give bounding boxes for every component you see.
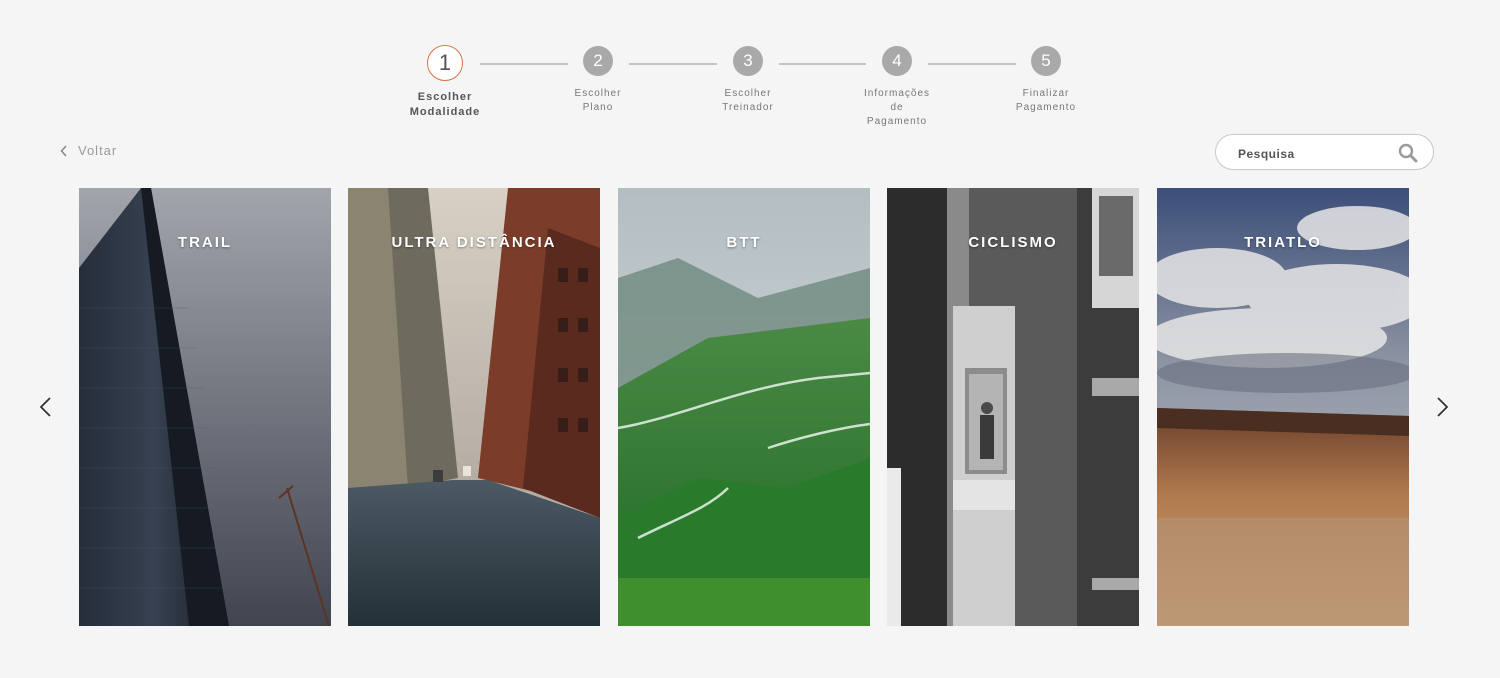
chevron-right-icon: [1437, 397, 1449, 417]
step-2[interactable]: 2 Escolher Plano: [533, 46, 663, 115]
step-label: Escolher Modalidade: [409, 91, 481, 118]
step-label: Informações de Pagamento: [863, 88, 931, 127]
card-title: TRIATLO: [1244, 234, 1322, 251]
step-4[interactable]: 4 Informações de Pagamento: [832, 46, 962, 129]
step-3[interactable]: 3 Escolher Treinador: [683, 46, 813, 115]
modality-card-ciclismo[interactable]: CICLISMO: [887, 188, 1139, 626]
card-image: [79, 188, 331, 626]
step-number: 1: [427, 45, 463, 81]
step-number: 2: [583, 46, 613, 76]
card-title: TRAIL: [177, 234, 233, 251]
checkout-stepper: 1 Escolher Modalidade 2 Escolher Plano 3…: [0, 0, 1500, 135]
back-label: Voltar: [78, 143, 118, 158]
carousel-next-button[interactable]: [1436, 396, 1450, 418]
card-title: CICLISMO: [968, 234, 1058, 251]
card-image: [348, 188, 600, 626]
step-1[interactable]: 1 Escolher Modalidade: [380, 45, 510, 120]
card-title: BTT: [726, 234, 762, 251]
step-label: Escolher Plano: [574, 88, 622, 113]
modality-card-triatlo[interactable]: TRIATLO: [1157, 188, 1409, 626]
step-label: Escolher Treinador: [722, 88, 774, 113]
modality-card-btt[interactable]: BTT: [618, 188, 870, 626]
chevron-left-icon: [39, 397, 51, 417]
step-number: 4: [882, 46, 912, 76]
modality-card-ultra-distancia[interactable]: ULTRA DISTÂNCIA: [348, 188, 600, 626]
step-number: 5: [1031, 46, 1061, 76]
card-image: [1157, 188, 1409, 626]
chevron-left-icon: [60, 144, 67, 157]
search-icon[interactable]: [1398, 143, 1418, 163]
card-image: [618, 188, 870, 626]
modality-carousel: TRAIL ULTRA DISTÂNCIA BTT CICLISMO TRIAT…: [79, 188, 1409, 626]
card-title: ULTRA DISTÂNCIA: [391, 234, 557, 251]
back-button[interactable]: Voltar: [60, 143, 117, 158]
step-label: Finalizar Pagamento: [1015, 88, 1077, 113]
step-number: 3: [733, 46, 763, 76]
card-image: [887, 188, 1139, 626]
search-box[interactable]: [1215, 134, 1434, 170]
step-5[interactable]: 5 Finalizar Pagamento: [981, 46, 1111, 115]
carousel-prev-button[interactable]: [38, 396, 52, 418]
search-input[interactable]: [1236, 143, 1390, 165]
modality-card-trail[interactable]: TRAIL: [79, 188, 331, 626]
